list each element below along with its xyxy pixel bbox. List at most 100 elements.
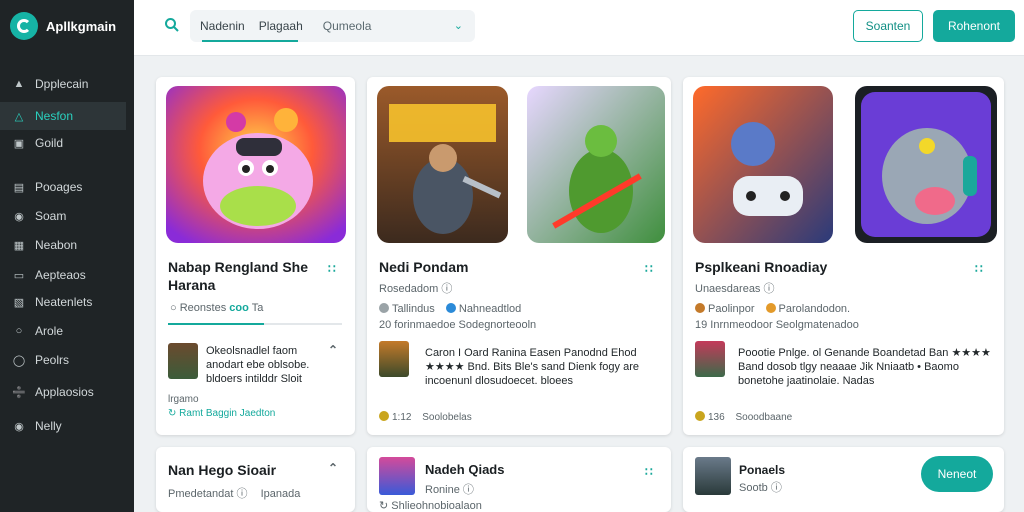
info-circle-icon: ○	[170, 302, 177, 314]
game-title[interactable]: Nan Hego Sioair	[168, 461, 328, 479]
wrench-icon: ➗	[12, 386, 26, 399]
tag-label: Parolandodon.	[778, 303, 851, 315]
sidebar-item-label: Goild	[35, 136, 64, 150]
footer-row[interactable]: 1:12 Soolobelas	[379, 411, 472, 423]
tab-nadenin[interactable]: Nadenin	[200, 19, 245, 33]
neneot-button[interactable]: Neneot	[921, 456, 993, 492]
meta-label: Pmedetandat	[168, 488, 234, 500]
game-title[interactable]: Psplkeani Rnoadiay	[695, 258, 935, 276]
game-artwork[interactable]	[855, 86, 997, 243]
sidebar-item-applaosios[interactable]: ➗ Applaosios	[0, 378, 126, 406]
coin-icon	[379, 411, 389, 421]
refresh-icon: ↻	[168, 408, 177, 419]
rohenont-button[interactable]: Rohenont	[933, 10, 1015, 42]
game-card[interactable]: Psplkeani Rnoadiay ∷ Unaesdareas ⓘ Paoli…	[683, 77, 1004, 435]
fire-icon	[695, 303, 705, 313]
sidebar-item-aepteaos[interactable]: ▭ Aepteaos	[0, 261, 126, 289]
game-card[interactable]: Ponaels Sootb ⓘ Neneot	[683, 447, 1004, 512]
tag-label: Nahneadtlod	[458, 303, 522, 315]
sidebar: Apllkgmain ▲ Dpplecain △ Nesfon ▣ Goild ▤ Po…	[0, 0, 134, 512]
game-meta: Ronine ⓘ	[425, 481, 474, 497]
more-options-icon[interactable]: ∷	[975, 262, 983, 276]
sidebar-item-dpplecain[interactable]: ▲ Dpplecain	[0, 70, 126, 98]
sidebar-item-neabon[interactable]: ▦ Neabon	[0, 231, 126, 259]
game-card[interactable]: Nabap Rengland She Harana ∷ ○ Reonstes c…	[156, 77, 355, 435]
sidebar-item-label: Soam	[35, 209, 67, 223]
refresh-icon: ↻	[379, 500, 389, 512]
footer-text: Sooodbaane	[735, 412, 793, 423]
game-title[interactable]: Nabap Rengland She Harana	[168, 258, 328, 294]
sidebar-item-label: Dpplecain	[35, 77, 89, 91]
game-tags: Tallindus Nahneadtlod	[379, 303, 521, 315]
chat-icon: ◯	[12, 354, 26, 367]
footer-count: 1:12	[392, 412, 412, 423]
review-text: Poootie Pnlge. ol Genande Boandetad Ban …	[738, 347, 991, 387]
meta-tag: Ipanada	[260, 488, 301, 500]
game-artwork[interactable]	[377, 86, 508, 243]
check-icon	[379, 303, 389, 313]
game-card[interactable]: Nadeh Qiads ∷ Ronine ⓘ ↻ Shlieohnobioala…	[367, 447, 671, 512]
game-stats: 19 Inrnmeodoor Seolgmatenadoo	[695, 319, 859, 331]
game-title[interactable]: Nadeh Qiads	[425, 461, 605, 479]
more-options-icon[interactable]: ∷	[645, 465, 653, 479]
footer-text: Soolobelas	[422, 412, 472, 423]
chevron-up-icon[interactable]: ⌃	[328, 343, 338, 357]
soanten-button[interactable]: Soanten	[853, 10, 923, 42]
compass-icon: △	[14, 110, 24, 123]
category-select[interactable]: Qumeola	[323, 19, 372, 33]
game-meta: Rosedadom ⓘ	[379, 280, 452, 296]
game-thumbnail[interactable]	[695, 457, 731, 495]
grid-icon: ▦	[13, 239, 25, 252]
tab-plagaah[interactable]: Plagaah	[259, 19, 303, 33]
review-avatar	[695, 341, 725, 377]
more-options-icon[interactable]: ∷	[328, 262, 336, 276]
globe-icon	[445, 303, 456, 313]
game-tags: Paolinpor Parolandodon.	[695, 303, 850, 315]
brand[interactable]: Apllkgmain	[0, 0, 134, 52]
game-artwork[interactable]	[693, 86, 833, 243]
tag-label: Tallindus	[392, 303, 435, 315]
more-options-icon[interactable]: ∷	[645, 262, 653, 276]
sidebar-item-soam[interactable]: ◉ Soam	[0, 202, 126, 230]
list-icon: ▤	[13, 181, 25, 194]
game-title[interactable]: Nedi Pondam	[379, 258, 599, 276]
sidebar-item-neatenlets[interactable]: ▧ Neatenlets	[0, 288, 126, 316]
sidebar-item-label: Arole	[35, 324, 64, 338]
search-icon[interactable]	[164, 17, 180, 33]
game-card[interactable]: Nan Hego Sioair ⌃ Pmedetandat ⓘ Ipanada	[156, 447, 355, 512]
sidebar-item-peolrs[interactable]: ◯ Peolrs	[0, 346, 126, 374]
game-meta: Pmedetandat ⓘ Ipanada	[168, 485, 300, 501]
footer-row[interactable]: 136 Sooodbaane	[695, 411, 792, 423]
game-stats: 20 forinmaedoe Sodegnorteooln	[379, 319, 537, 331]
profile-icon: ○	[15, 325, 23, 337]
sidebar-item-nesfon[interactable]: △ Nesfon	[0, 102, 126, 130]
sidebar-item-arole[interactable]: ○ Arole	[0, 317, 126, 345]
game-title[interactable]: Ponaels	[739, 461, 859, 479]
game-stats: ↻ Shlieohnobioalaon	[379, 499, 482, 512]
help-circle-icon: ⓘ	[236, 488, 248, 500]
sidebar-item-label: Aepteaos	[35, 268, 86, 282]
sidebar-item-goild[interactable]: ▣ Goild	[0, 129, 126, 157]
help-circle-icon: ⓘ	[763, 283, 775, 295]
game-artwork[interactable]	[166, 86, 346, 243]
sidebar-item-label: Peolrs	[35, 353, 70, 367]
sidebar-item-nelly[interactable]: ◉ Nelly	[0, 412, 126, 440]
sidebar-item-label: Applaosios	[35, 385, 94, 399]
sidebar-item-pooages[interactable]: ▤ Pooages	[0, 173, 126, 201]
meta-label: Reonstes	[179, 302, 227, 314]
game-thumbnail[interactable]	[379, 457, 415, 495]
app-logo-icon	[10, 12, 38, 40]
help-circle-icon: ⓘ	[770, 482, 782, 494]
review-sub: lrgamo	[168, 394, 199, 405]
stats-text: Shlieohnobioalaon	[391, 500, 482, 512]
meta-label: Ronine	[425, 484, 460, 496]
game-card[interactable]: Nedi Pondam ∷ Rosedadom ⓘ Tallindus Nahn…	[367, 77, 671, 435]
trophy-icon	[765, 303, 776, 313]
review-avatar	[379, 341, 409, 377]
footer-row[interactable]: ↻ Ramt Baggin Jaedton	[168, 408, 275, 419]
chevron-down-icon[interactable]: ⌄	[454, 19, 463, 32]
chevron-up-icon[interactable]: ⌃	[328, 461, 338, 475]
game-artwork[interactable]	[527, 86, 665, 243]
coin-icon	[695, 411, 705, 421]
image-icon: ▣	[13, 137, 25, 150]
